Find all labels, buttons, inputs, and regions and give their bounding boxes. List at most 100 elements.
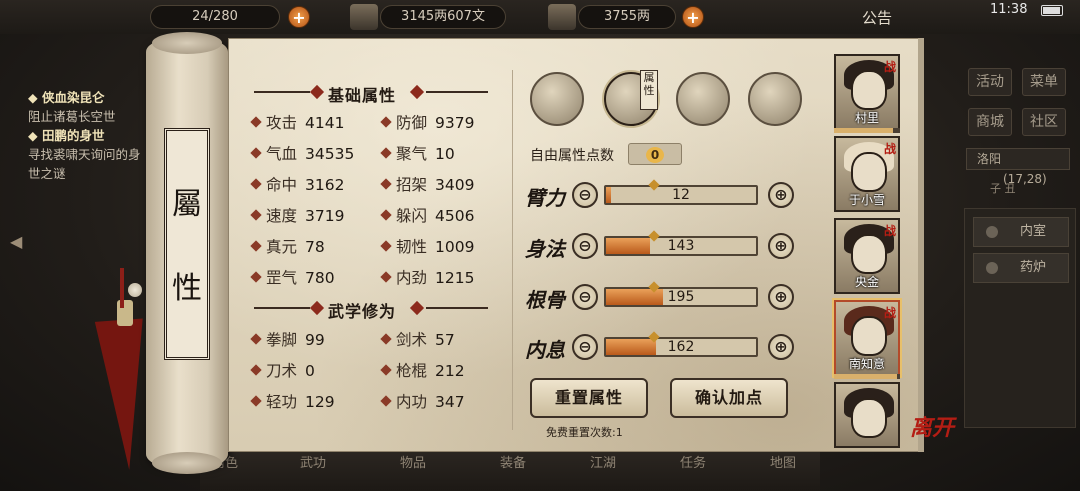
divider: [512, 70, 513, 430]
companion-card[interactable]: [834, 382, 900, 448]
breath-plus-button[interactable]: ⊕: [768, 334, 794, 360]
strength-minus-button[interactable]: ⊖: [572, 182, 598, 208]
companion-hp-bar: [834, 374, 900, 379]
menu-button[interactable]: 菜单: [1022, 68, 1066, 96]
location-display: 洛阳 (17,28): [966, 148, 1070, 186]
meridian-body-icon[interactable]: [748, 72, 802, 126]
nav-item[interactable]: 地图: [770, 452, 796, 471]
room-icon: [986, 226, 998, 238]
companion-card[interactable]: 战 于小雪: [834, 136, 900, 212]
inventory-capacity: 24/280: [150, 5, 280, 29]
battery-icon: [1041, 5, 1063, 16]
nav-item[interactable]: 武功: [300, 452, 326, 471]
stat-hit: 命中 3162: [250, 173, 344, 195]
leave-button[interactable]: 离开: [910, 410, 954, 442]
companion-face: [851, 152, 887, 192]
companion-face: [851, 70, 887, 110]
agility-bar: 143: [604, 236, 758, 256]
nav-item[interactable]: 物品: [400, 452, 426, 471]
strength-bar: 12: [604, 185, 758, 205]
companion-face: [851, 398, 887, 438]
nav-item[interactable]: 江湖: [590, 452, 616, 471]
confirm-points-button[interactable]: 确认加点: [670, 378, 788, 418]
stat-parry: 招架 3409: [380, 173, 474, 195]
companion-face: [851, 234, 887, 274]
breath-bar: 162: [604, 337, 758, 357]
stat-hp: 气血 34535: [250, 142, 354, 164]
bagua-icon[interactable]: [676, 72, 730, 126]
copper-coin-icon: [350, 4, 378, 30]
nav-item[interactable]: 装备: [500, 452, 526, 471]
agility-plus-button[interactable]: ⊕: [768, 233, 794, 259]
free-points-value: 0: [628, 143, 682, 165]
constitution-value: 195: [667, 289, 695, 305]
title-char: 屬: [172, 187, 202, 222]
furnace-icon: [986, 262, 998, 274]
companion-name: 于小雪: [848, 193, 885, 207]
silver-text: 3755两: [603, 9, 651, 24]
companion-face: [851, 316, 887, 356]
quest-desc: 阻止诸葛长空​世: [28, 109, 116, 124]
agility-minus-button[interactable]: ⊖: [572, 233, 598, 259]
add-silver-button[interactable]: +: [682, 6, 704, 28]
martial-arts-header: 武学修为: [254, 298, 488, 321]
battle-tag: 战: [883, 224, 896, 238]
time-indicator: 子 丑: [990, 182, 1016, 195]
stat-defense: 防御 9379: [380, 111, 474, 133]
scroll-edge: [918, 38, 924, 452]
reset-attributes-button[interactable]: 重置属性: [530, 378, 648, 418]
companion-name: 村里: [854, 111, 879, 125]
tassel-cord: [120, 268, 124, 308]
companion-hp-fill: [834, 128, 894, 133]
companion-card[interactable]: 战 村里: [834, 54, 900, 130]
constitution-minus-button[interactable]: ⊖: [572, 284, 598, 310]
list-item[interactable]: 药炉: [973, 253, 1069, 283]
stat-speed: 速度 3719: [250, 204, 344, 226]
list-item[interactable]: 内室: [973, 217, 1069, 247]
stat-toughness: 韧性 1009: [380, 235, 474, 257]
strength-plus-button[interactable]: ⊕: [768, 182, 794, 208]
agility-value: 143: [667, 238, 695, 254]
battle-tag: 战: [883, 60, 896, 74]
stat-gang-qi: 罡气 780: [250, 266, 335, 288]
title-char: 性: [172, 271, 202, 306]
quest-title[interactable]: ◆ 侠血染昆仑: [28, 88, 146, 107]
stat-inner-force: 内劲 1215: [380, 266, 474, 288]
companion-card[interactable]: 战 南知意: [834, 300, 900, 376]
category-tag: 属性: [640, 70, 658, 110]
add-capacity-button[interactable]: +: [288, 6, 310, 28]
location-name: 洛阳: [977, 152, 1002, 166]
stat-blade: 刀术 0: [250, 359, 315, 381]
stat-spear: 枪棍 212: [380, 359, 465, 381]
basic-attributes-header: 基础属性: [254, 82, 488, 105]
activity-button[interactable]: 活动: [968, 68, 1012, 96]
attr-label-constitution: 根骨: [525, 288, 565, 312]
clock: 11:38: [990, 2, 1028, 17]
breath-minus-button[interactable]: ⊖: [572, 334, 598, 360]
attr-label-breath: 内息: [525, 338, 565, 362]
stat-lightness: 轻功 129: [250, 390, 335, 412]
constitution-bar: 195: [604, 287, 758, 307]
attr-label-strength: 臂力: [525, 186, 565, 210]
notice-button[interactable]: 公告: [862, 7, 892, 28]
companion-name: 央金: [854, 275, 879, 289]
community-button[interactable]: 社区: [1022, 108, 1066, 136]
silver-ingot-icon: [548, 4, 576, 30]
stat-true-essence: 真元 78: [250, 235, 325, 257]
constitution-plus-button[interactable]: ⊕: [768, 284, 794, 310]
companion-hp-fill: [834, 374, 897, 379]
collapse-arrow-icon[interactable]: ◀: [10, 232, 30, 256]
free-reset-count: 免费重置次数:1: [546, 426, 623, 439]
nav-item[interactable]: 任务: [680, 452, 706, 471]
copper-text: 3145两607文: [401, 9, 485, 24]
quest-tracker[interactable]: ◆ 侠血染昆仑 阻止诸葛长空​世 ◆ 田鹏的身世 寻找裘啸天询问的身世之谜: [28, 88, 146, 183]
shop-button[interactable]: 商城: [968, 108, 1012, 136]
stat-sword: 剑术 57: [380, 328, 455, 350]
quest-desc: 寻找裘啸天询问的身世之谜: [28, 147, 141, 181]
capacity-text: 24/280: [192, 9, 238, 24]
companion-card[interactable]: 战 央金: [834, 218, 900, 294]
quest-title[interactable]: ◆ 田鹏的身世: [28, 126, 146, 145]
companion-hp-bar: [834, 128, 900, 133]
free-points-label: 自由属性点数: [530, 148, 614, 164]
character-avatar-icon[interactable]: [530, 72, 584, 126]
